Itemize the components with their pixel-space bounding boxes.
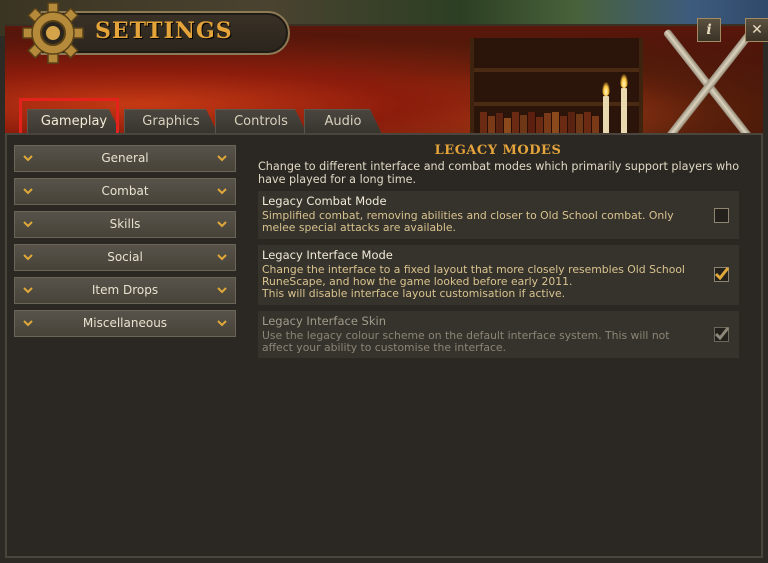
setting-legacy-combat-mode: Legacy Combat Mode Simplified combat, re… — [258, 191, 739, 239]
tab-graphics[interactable]: Graphics — [124, 109, 218, 134]
chevron-down-icon — [215, 146, 229, 171]
chevron-down-icon — [215, 278, 229, 303]
setting-name: Legacy Interface Skin — [262, 314, 386, 328]
checkmark-icon — [714, 327, 730, 341]
chevron-down-icon — [21, 245, 35, 270]
tab-controls[interactable]: Controls — [215, 109, 307, 134]
legacy-combat-mode-checkbox[interactable] — [714, 208, 729, 223]
tab-label: Graphics — [142, 114, 200, 129]
legacy-interface-mode-checkbox[interactable] — [714, 267, 730, 282]
tab-audio[interactable]: Audio — [304, 109, 382, 134]
checkmark-icon — [714, 267, 730, 281]
chevron-down-icon — [21, 278, 35, 303]
info-icon: i — [706, 22, 712, 38]
setting-description: Use the legacy colour scheme on the defa… — [262, 329, 670, 354]
window-title: SETTINGS — [95, 18, 233, 44]
chevron-down-icon — [21, 146, 35, 171]
sidebar-item-item-drops[interactable]: Item Drops — [14, 277, 236, 304]
info-button[interactable]: i — [697, 18, 721, 42]
setting-legacy-interface-mode: Legacy Interface Mode Change the interfa… — [258, 245, 739, 305]
sidebar-item-label: General — [101, 151, 149, 165]
sidebar-item-general[interactable]: General — [14, 145, 236, 172]
chevron-down-icon — [215, 311, 229, 336]
chevron-down-icon — [215, 212, 229, 237]
tab-label: Audio — [324, 114, 362, 129]
sidebar-item-label: Combat — [101, 184, 149, 198]
sidebar-item-miscellaneous[interactable]: Miscellaneous — [14, 310, 236, 337]
close-button[interactable]: ✕ — [745, 18, 768, 42]
sidebar-item-social[interactable]: Social — [14, 244, 236, 271]
tab-label: Controls — [234, 114, 288, 129]
chevron-down-icon — [21, 212, 35, 237]
setting-description: Simplified combat, removing abilities an… — [262, 209, 674, 234]
sidebar-item-skills[interactable]: Skills — [14, 211, 236, 238]
gear-icon — [22, 2, 84, 64]
setting-description: Change the interface to a fixed layout t… — [262, 263, 685, 300]
section-title: LEGACY MODES — [434, 143, 562, 158]
sidebar-item-combat[interactable]: Combat — [14, 178, 236, 205]
close-icon: ✕ — [751, 22, 763, 38]
setting-name: Legacy Combat Mode — [262, 194, 387, 208]
section-description: Change to different interface and combat… — [258, 160, 740, 186]
legacy-interface-skin-checkbox[interactable] — [714, 327, 730, 342]
bookshelf-art — [470, 38, 643, 138]
chevron-down-icon — [21, 311, 35, 336]
sidebar-item-label: Social — [107, 250, 143, 264]
sidebar-item-label: Skills — [109, 217, 141, 231]
chevron-down-icon — [21, 179, 35, 204]
chevron-down-icon — [215, 179, 229, 204]
active-tab-highlight — [19, 98, 119, 138]
chevron-down-icon — [215, 245, 229, 270]
sidebar-item-label: Miscellaneous — [82, 316, 168, 330]
setting-name: Legacy Interface Mode — [262, 248, 393, 262]
sidebar-item-label: Item Drops — [91, 283, 159, 297]
setting-legacy-interface-skin: Legacy Interface Skin Use the legacy col… — [258, 311, 739, 358]
